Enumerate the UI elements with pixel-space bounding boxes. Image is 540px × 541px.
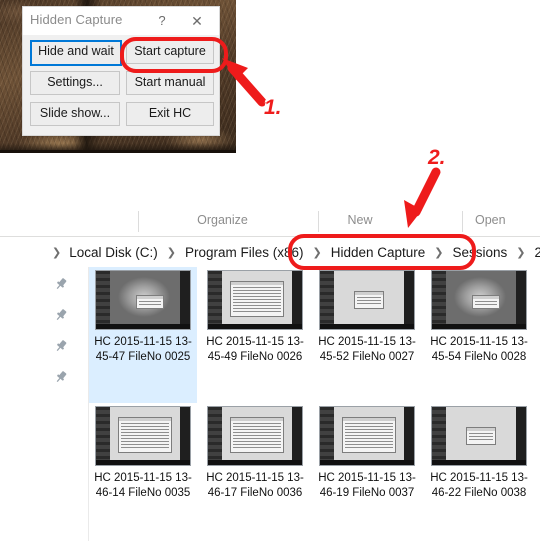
file-item[interactable]: HC 2015-11-15 13-46-22 FileNo 0038 [425, 403, 533, 539]
slide-show-button[interactable]: Slide show... [30, 102, 120, 126]
ribbon-group-open[interactable]: Open [475, 213, 535, 227]
file-name-label: HC 2015-11-15 13-46-14 FileNo 0035 [94, 472, 192, 499]
ribbon-group-organize[interactable]: Organize [150, 213, 295, 227]
file-explorer-window: Organize New Open ❯ Local Disk (C:) ❯ Progr… [0, 207, 540, 541]
file-row: HC 2015-11-15 13-46-14 FileNo 0035 HC 201… [89, 403, 540, 539]
breadcrumb-chevron-icon: ❯ [166, 246, 176, 259]
breadcrumb-chevron-icon: ❯ [434, 246, 444, 259]
file-item[interactable]: HC 2015-11-15 13-46-14 FileNo 0035 [89, 403, 197, 539]
background-filler [0, 153, 540, 208]
breadcrumb-item[interactable]: Hidden Capture [329, 245, 428, 260]
file-thumbnail [431, 406, 527, 466]
breadcrumb-chevron-icon: ❯ [516, 246, 526, 259]
file-thumbnail [431, 270, 527, 330]
pin-icon[interactable] [54, 370, 68, 384]
file-item[interactable]: HC 2015-11-15 13-45-52 FileNo 0027 [313, 267, 421, 403]
file-thumbnail [207, 406, 303, 466]
navigation-pane[interactable] [0, 267, 89, 541]
file-row: HC 2015-11-15 13-45-47 FileNo 0025 HC 201… [89, 267, 540, 403]
file-name-label: HC 2015-11-15 13-45-49 FileNo 0026 [206, 336, 304, 363]
pin-icon[interactable] [54, 277, 68, 291]
explorer-panes: HC 2015-11-15 13-45-47 FileNo 0025 HC 201… [0, 267, 540, 541]
file-item[interactable]: HC 2015-11-15 13-45-47 FileNo 0025 [89, 267, 197, 403]
file-thumbnail [95, 406, 191, 466]
file-thumbnail [319, 406, 415, 466]
breadcrumb-item[interactable]: Local Disk (C:) [67, 245, 160, 260]
ribbon-toolbar: Organize New Open [0, 207, 540, 237]
pin-icon[interactable] [54, 308, 68, 322]
file-name-label: HC 2015-11-15 13-45-52 FileNo 0027 [318, 336, 416, 363]
file-name-label: HC 2015-11-15 13-45-47 FileNo 0025 [94, 336, 192, 363]
settings-button[interactable]: Settings... [30, 71, 120, 95]
file-name-label: HC 2015-11-15 13-46-22 FileNo 0038 [430, 472, 528, 499]
exit-hc-button[interactable]: Exit HC [126, 102, 214, 126]
file-item[interactable]: HC 2015-11-15 13-45-54 FileNo 0028 [425, 267, 533, 403]
file-item[interactable]: HC 2015-11-15 13-46-19 FileNo 0037 [313, 403, 421, 539]
address-bar[interactable]: ❯ Local Disk (C:) ❯ Program Files (x86) ❯ Hid… [0, 237, 540, 268]
start-capture-button[interactable]: Start capture [126, 40, 214, 64]
breadcrumb-item[interactable]: Program Files (x86) [183, 245, 306, 260]
close-icon[interactable]: ✕ [186, 11, 208, 31]
breadcrumb-item[interactable]: 2015-11-15 [532, 245, 540, 260]
dialog-body: Hide and wait Start capture Settings... … [23, 35, 219, 135]
file-thumbnail [319, 270, 415, 330]
ribbon-divider [138, 211, 139, 232]
file-item[interactable]: HC 2015-11-15 13-45-49 FileNo 0026 [201, 267, 309, 403]
start-manual-button[interactable]: Start manual [126, 71, 214, 95]
ribbon-group-new[interactable]: New [330, 213, 390, 227]
step-marker-1: 1. [264, 96, 282, 119]
file-thumbnail [95, 270, 191, 330]
dialog-titlebar[interactable]: Hidden Capture ? ✕ [23, 7, 219, 35]
file-item[interactable]: HC 2015-11-15 13-46-17 FileNo 0036 [201, 403, 309, 539]
pin-icon[interactable] [54, 339, 68, 353]
breadcrumb-chevron-icon: ❯ [312, 246, 322, 259]
ribbon-divider [462, 211, 463, 232]
breadcrumb-chevron-icon: ❯ [52, 246, 62, 259]
file-list-view[interactable]: HC 2015-11-15 13-45-47 FileNo 0025 HC 201… [89, 267, 540, 541]
file-name-label: HC 2015-11-15 13-46-19 FileNo 0037 [318, 472, 416, 499]
hide-and-wait-button[interactable]: Hide and wait [30, 40, 122, 66]
breadcrumb-item[interactable]: Sessions [450, 245, 509, 260]
hidden-capture-dialog: Hidden Capture ? ✕ Hide and wait Start c… [22, 6, 220, 136]
file-name-label: HC 2015-11-15 13-45-54 FileNo 0028 [430, 336, 528, 363]
help-button[interactable]: ? [151, 11, 173, 31]
file-thumbnail [207, 270, 303, 330]
breadcrumb: ❯ Local Disk (C:) ❯ Program Files (x86) ❯ Hid… [52, 237, 540, 267]
dialog-title: Hidden Capture [30, 12, 123, 27]
ribbon-divider [318, 211, 319, 232]
file-name-label: HC 2015-11-15 13-46-17 FileNo 0036 [206, 472, 304, 499]
